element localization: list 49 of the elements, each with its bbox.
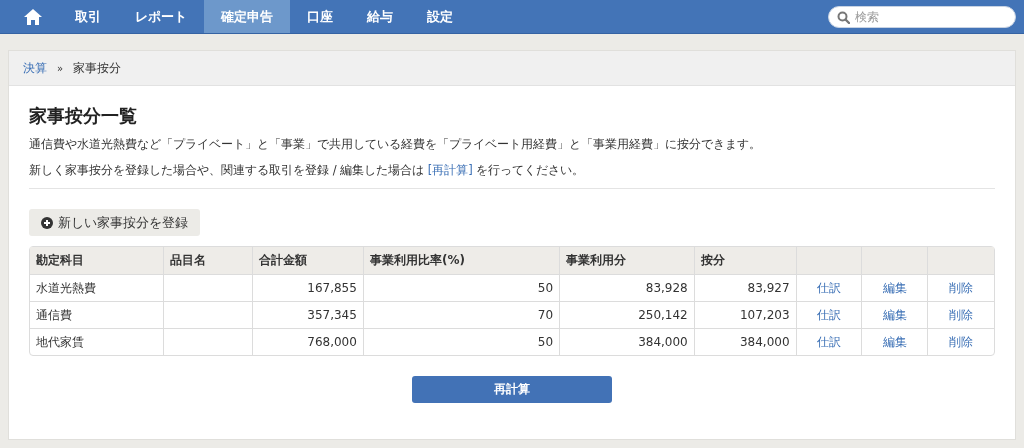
table-cell: 50 <box>363 329 561 355</box>
table-cell: 250,142 <box>560 302 695 329</box>
column-header: 事業利用分 <box>560 247 695 275</box>
column-header: 品目名 <box>164 247 254 275</box>
table-cell: 83,927 <box>694 275 797 302</box>
table-cell: 167,855 <box>253 275 364 302</box>
table-cell: 水道光熱費 <box>30 275 165 302</box>
table-cell: 50 <box>363 275 561 302</box>
table-cell: 384,000 <box>560 329 695 355</box>
recalculate-link[interactable]: [再計算] <box>427 163 473 177</box>
intro-text: 通信費や水道光熱費など「プライベート」と「事業」で共用している経費を「プライベート用経費」と「事業用経費」に按分できます。 <box>29 136 762 152</box>
plus-circle-icon <box>41 216 53 229</box>
action-link[interactable]: 削除 <box>949 280 974 295</box>
note-text: 新しく家事按分を登録した場合や、関連する取引を登録 / 編集した場合は [再計算] を行ってください。 <box>29 162 586 178</box>
breadcrumb-current: 家事按分 <box>73 59 122 77</box>
table-cell: 107,203 <box>694 302 797 329</box>
page-title: 家事按分一覧 <box>29 104 138 128</box>
add-allocation-button[interactable]: 新しい家事按分を登録 <box>29 209 200 236</box>
action-link[interactable]: 仕訳 <box>816 334 841 349</box>
nav-tab[interactable]: レポート <box>118 0 204 33</box>
home-icon[interactable] <box>23 7 43 26</box>
nav-tab[interactable]: 設定 <box>410 0 470 33</box>
breadcrumb-link[interactable]: 決算 <box>23 59 47 77</box>
breadcrumb-separator: » <box>57 62 64 74</box>
search-field[interactable]: 検索 <box>828 5 1016 28</box>
action-link[interactable]: 仕訳 <box>816 307 841 322</box>
nav-tab[interactable]: 取引 <box>58 0 118 33</box>
action-link[interactable]: 削除 <box>949 334 974 349</box>
nav-tab[interactable]: 口座 <box>290 0 350 33</box>
column-header: 勘定科目 <box>30 247 165 275</box>
table-cell: 83,928 <box>560 275 695 302</box>
table-cell: 70 <box>363 302 561 329</box>
table-cell: 357,345 <box>253 302 364 329</box>
action-link[interactable]: 編集 <box>882 334 907 349</box>
action-link[interactable]: 削除 <box>949 307 974 322</box>
column-header: 事業利用比率(%) <box>363 247 561 275</box>
table-cell: 通信費 <box>30 302 165 329</box>
nav-tab[interactable]: 確定申告 <box>204 0 290 33</box>
table-cell: 地代家賃 <box>30 329 165 355</box>
action-link[interactable]: 編集 <box>882 307 907 322</box>
table-cell: 384,000 <box>694 329 797 355</box>
column-header: 合計金額 <box>253 247 364 275</box>
nav-tab[interactable]: 給与 <box>350 0 410 33</box>
column-header: 按分 <box>694 247 797 275</box>
action-link[interactable]: 仕訳 <box>816 280 841 295</box>
table-cell: 768,000 <box>253 329 364 355</box>
search-icon <box>837 10 850 24</box>
recalculate-button[interactable]: 再計算 <box>412 376 612 403</box>
action-link[interactable]: 編集 <box>882 280 907 295</box>
